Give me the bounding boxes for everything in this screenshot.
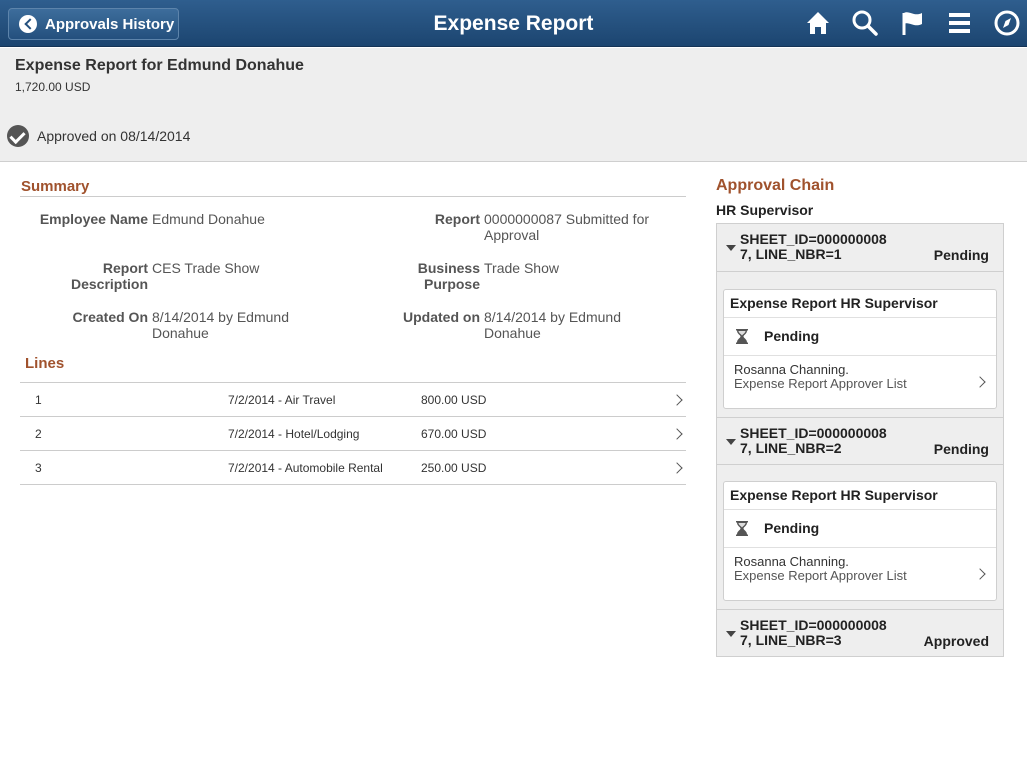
approver-list-name: Expense Report Approver List [734, 376, 907, 391]
line-number: 2 [35, 427, 42, 441]
hourglass-icon [736, 521, 748, 536]
approval-status-text: Approved on 08/14/2014 [37, 128, 191, 144]
field-label-report: Report [434, 211, 480, 227]
collapse-triangle-icon [726, 245, 736, 251]
approver-list-name: Expense Report Approver List [734, 568, 907, 583]
field-value-business-purpose: Trade Show [484, 260, 559, 276]
step-sheet-id-line1: SHEET_ID=000000008 [740, 231, 887, 247]
approver-link[interactable]: Rosanna Channing. Expense Report Approve… [724, 548, 996, 600]
navigator-icon[interactable] [992, 8, 1022, 38]
report-banner: Expense Report for Edmund Donahue 1,720.… [0, 48, 1027, 162]
menu-icon[interactable] [945, 8, 975, 38]
line-row[interactable]: 1 7/2/2014 - Air Travel 800.00 USD [20, 383, 686, 417]
field-label-employee-name: Employee Name [39, 211, 148, 227]
flag-icon[interactable] [897, 8, 927, 38]
line-description: 7/2/2014 - Hotel/Lodging [228, 427, 360, 441]
approval-chain-panel: SHEET_ID=000000008 7, LINE_NBR=1 Pending… [716, 223, 1004, 657]
approval-group-name: HR Supervisor [716, 202, 814, 218]
line-number: 3 [35, 461, 42, 475]
field-value-report-description: CES Trade Show [152, 260, 260, 276]
step-sheet-id: SHEET_ID=000000008 7, LINE_NBR=3 [740, 618, 887, 648]
line-amount: 800.00 USD [421, 393, 487, 407]
approver-card: Expense Report HR Supervisor Pending Ros… [723, 481, 997, 601]
approver-link[interactable]: Rosanna Channing. Expense Report Approve… [724, 356, 996, 408]
step-sheet-id-line2: 7, LINE_NBR=1 [740, 246, 842, 262]
field-label-report-description: Report Description [70, 260, 148, 292]
approver-name: Rosanna Channing. [734, 362, 849, 377]
approver-card: Expense Report HR Supervisor Pending Ros… [723, 289, 997, 409]
summary-divider [20, 196, 686, 197]
chevron-right-icon [974, 568, 986, 580]
approver-card-status: Pending [724, 318, 996, 356]
approval-step-header[interactable]: SHEET_ID=000000008 7, LINE_NBR=3 Approve… [717, 609, 1003, 657]
field-label-created-on: Created On [72, 309, 148, 325]
step-sheet-id-line1: SHEET_ID=000000008 [740, 425, 887, 441]
report-title: Expense Report for Edmund Donahue [15, 57, 304, 74]
chevron-right-icon [671, 462, 683, 474]
step-sheet-id-line2: 7, LINE_NBR=2 [740, 440, 842, 456]
chevron-right-icon [671, 428, 683, 440]
line-description: 7/2/2014 - Automobile Rental [228, 461, 383, 475]
field-label-updated-on: Updated on [403, 309, 480, 325]
chevron-right-icon [671, 394, 683, 406]
approval-status: Approved on 08/14/2014 [7, 125, 190, 147]
collapse-triangle-icon [726, 631, 736, 637]
approver-status-text: Pending [764, 520, 820, 536]
search-icon[interactable] [850, 8, 880, 38]
line-row[interactable]: 3 7/2/2014 - Automobile Rental 250.00 US… [20, 451, 686, 485]
approver-card-title: Expense Report HR Supervisor [724, 290, 996, 318]
top-bar: Approvals History Expense Report [0, 0, 1027, 47]
home-icon[interactable] [803, 8, 833, 38]
summary-heading: Summary [21, 178, 90, 195]
approver-card-status: Pending [724, 510, 996, 548]
step-sheet-id-line1: SHEET_ID=000000008 [740, 617, 887, 633]
field-value-employee-name: Edmund Donahue [152, 211, 265, 227]
step-sheet-id: SHEET_ID=000000008 7, LINE_NBR=2 [740, 426, 887, 456]
field-value-created-on: 8/14/2014 by Edmund Donahue [152, 309, 289, 341]
step-status: Pending [933, 441, 989, 457]
report-amount: 1,720.00 USD [15, 80, 91, 94]
approval-chain-heading: Approval Chain [716, 177, 835, 194]
field-label-business-purpose: Business Purpose [417, 260, 480, 292]
step-status: Approved [923, 633, 989, 649]
step-status: Pending [933, 247, 989, 263]
approval-step-header[interactable]: SHEET_ID=000000008 7, LINE_NBR=2 Pending [717, 417, 1003, 465]
approval-step-header[interactable]: SHEET_ID=000000008 7, LINE_NBR=1 Pending [717, 224, 1003, 272]
step-sheet-id: SHEET_ID=000000008 7, LINE_NBR=1 [740, 232, 887, 262]
approver-status-text: Pending [764, 328, 820, 344]
line-amount: 670.00 USD [421, 427, 487, 441]
chevron-right-icon [974, 376, 986, 388]
approver-name: Rosanna Channing. [734, 554, 849, 569]
field-value-updated-on: 8/14/2014 by Edmund Donahue [484, 309, 621, 341]
step-sheet-id-line2: 7, LINE_NBR=3 [740, 632, 842, 648]
hourglass-icon [736, 329, 748, 344]
line-description: 7/2/2014 - Air Travel [228, 393, 336, 407]
line-row[interactable]: 2 7/2/2014 - Hotel/Lodging 670.00 USD [20, 417, 686, 451]
collapse-triangle-icon [726, 439, 736, 445]
field-value-report: 0000000087 Submitted for Approval [484, 211, 650, 243]
line-amount: 250.00 USD [421, 461, 487, 475]
check-circle-icon [7, 125, 29, 147]
approver-card-title: Expense Report HR Supervisor [724, 482, 996, 510]
line-number: 1 [35, 393, 42, 407]
lines-heading: Lines [25, 355, 65, 372]
